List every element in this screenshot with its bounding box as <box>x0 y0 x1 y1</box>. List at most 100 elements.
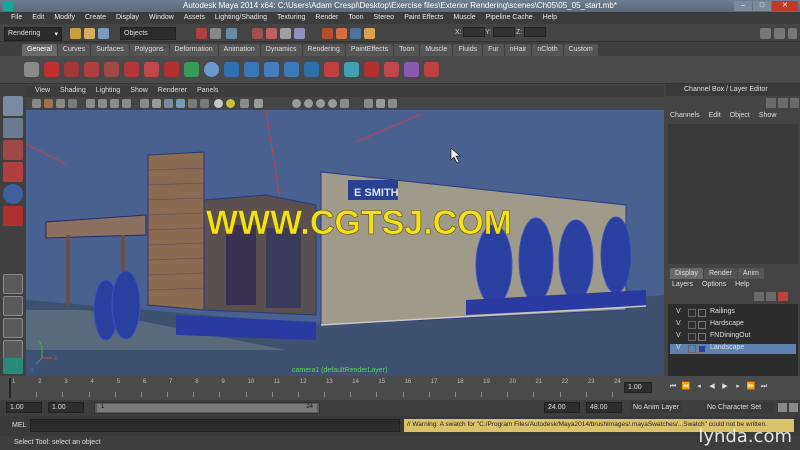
step-back-key-icon[interactable]: ⏪ <box>681 382 691 392</box>
menu-stereo[interactable]: Stereo <box>369 12 400 24</box>
depth-of-field-icon[interactable] <box>328 99 337 108</box>
layer-menu-options[interactable]: Options <box>702 281 726 288</box>
render-settings-icon[interactable] <box>350 28 361 39</box>
minimize-button[interactable]: – <box>734 1 752 11</box>
perspective-viewport[interactable]: E SMITH x y z camera1 (defaultRenderLaye… <box>26 110 664 376</box>
cb-icon-1[interactable] <box>766 98 776 108</box>
range-slider[interactable]: 1 24 <box>94 402 320 414</box>
lighting-sphere-icon[interactable] <box>214 99 223 108</box>
render-region-icon[interactable] <box>364 62 379 77</box>
shelf-tab-curves[interactable]: Curves <box>57 44 91 56</box>
layer-row-hardscape[interactable]: V Hardscape <box>670 320 796 330</box>
layer-row-railings[interactable]: V Railings <box>670 308 796 318</box>
paint-icon[interactable] <box>384 62 399 77</box>
menu-modify[interactable]: Modify <box>49 12 80 24</box>
shelf-tab-animation[interactable]: Animation <box>218 44 260 56</box>
new-layer-icon[interactable] <box>754 292 764 301</box>
save-scene-icon[interactable] <box>98 28 109 39</box>
resolution-gate-icon[interactable] <box>110 99 119 108</box>
lasso-icon[interactable] <box>184 62 199 77</box>
rotate-tool-icon[interactable] <box>3 184 23 204</box>
hypershade-icon[interactable] <box>364 28 375 39</box>
gate-mask-icon[interactable] <box>122 99 131 108</box>
select-tool-icon[interactable] <box>3 96 23 116</box>
outliner-icon[interactable] <box>244 62 259 77</box>
isolate-icon[interactable] <box>364 99 373 108</box>
step-forward-key-icon[interactable]: ⏩ <box>746 382 756 392</box>
menu-window[interactable]: Window <box>144 12 179 24</box>
toggle-channel-box-icon[interactable] <box>760 28 771 39</box>
new-layer-selected-icon[interactable] <box>766 292 776 301</box>
wireframe-icon[interactable] <box>140 99 149 108</box>
lights-icon[interactable] <box>188 99 197 108</box>
panel-menu-shading[interactable]: Shading <box>55 86 91 97</box>
panel-menu-show[interactable]: Show <box>125 86 153 97</box>
bake-icon[interactable] <box>424 62 439 77</box>
hierarchy-icon[interactable] <box>224 62 239 77</box>
current-time-field[interactable]: 1.00 <box>624 382 652 393</box>
hud-icon[interactable] <box>340 99 349 108</box>
snap-point-icon[interactable] <box>280 28 291 39</box>
shadows-icon[interactable] <box>200 99 209 108</box>
toggle-attribute-editor-icon[interactable] <box>774 28 785 39</box>
close-button[interactable]: ✕ <box>772 1 798 11</box>
xray-icon[interactable] <box>240 99 249 108</box>
anim-layer-dropdown[interactable]: No Anim Layer <box>630 402 682 413</box>
menu-help[interactable]: Help <box>538 12 562 24</box>
layer-visibility[interactable]: V <box>676 332 681 339</box>
shelf-tab-surfaces[interactable]: Surfaces <box>91 44 129 56</box>
go-to-end-icon[interactable]: ⏭ <box>759 382 769 392</box>
layer-playback[interactable] <box>688 333 696 341</box>
menu-texturing[interactable]: Texturing <box>272 12 310 24</box>
menu-muscle[interactable]: Muscle <box>448 12 480 24</box>
shelf-tab-fluids[interactable]: Fluids <box>453 44 483 56</box>
parent-icon[interactable] <box>164 62 179 77</box>
layer-color[interactable] <box>698 321 706 329</box>
single-pane-layout-icon[interactable] <box>3 274 23 294</box>
layer-tab-display[interactable]: Display <box>670 268 703 279</box>
camera-attributes-icon[interactable] <box>44 99 53 108</box>
y-field[interactable] <box>493 27 515 37</box>
light-icon[interactable] <box>324 62 339 77</box>
menuset-dropdown[interactable]: Rendering ▾ <box>4 27 62 41</box>
playback-end-field[interactable]: 24.00 <box>544 402 580 413</box>
menu-render[interactable]: Render <box>310 12 343 24</box>
character-set-dropdown[interactable]: No Character Set <box>704 402 774 413</box>
layer-color[interactable] <box>698 309 706 317</box>
snap-curve-icon[interactable] <box>266 28 277 39</box>
toggle-tool-settings-icon[interactable] <box>788 28 797 39</box>
bookmark-icon[interactable] <box>56 99 65 108</box>
help-question-icon[interactable] <box>44 62 59 77</box>
preferences-icon[interactable] <box>789 403 798 412</box>
layer-menu-help[interactable]: Help <box>735 281 749 288</box>
open-scene-icon[interactable] <box>84 28 95 39</box>
uv-icon[interactable] <box>404 62 419 77</box>
snap-grid-icon[interactable] <box>252 28 263 39</box>
two-pane-layout-icon[interactable] <box>3 318 23 338</box>
ipr-render-icon[interactable] <box>336 28 347 39</box>
hypergraph-icon[interactable] <box>264 62 279 77</box>
shelf-tab-painteffects[interactable]: PaintEffects <box>345 44 394 56</box>
shelf-tab-muscle[interactable]: Muscle <box>420 44 453 56</box>
range-slider-handle[interactable]: 1 24 <box>97 404 317 412</box>
outliner-layout-icon[interactable] <box>3 340 23 360</box>
snapshot-icon[interactable] <box>388 99 397 108</box>
layer-playback[interactable] <box>688 321 696 329</box>
ssao-icon[interactable] <box>292 99 301 108</box>
four-pane-layout-icon[interactable] <box>3 296 23 316</box>
shelf-tab-general[interactable]: General <box>22 44 57 56</box>
center-pivot-icon[interactable] <box>104 62 119 77</box>
group-icon[interactable] <box>144 62 159 77</box>
select-component-icon[interactable] <box>226 28 237 39</box>
mel-input[interactable] <box>30 419 400 432</box>
sphere-icon[interactable] <box>204 62 219 77</box>
use-default-light-icon[interactable] <box>226 99 235 108</box>
layer-tab-anim[interactable]: Anim <box>737 268 764 279</box>
layer-color[interactable] <box>698 333 706 341</box>
mel-label[interactable]: MEL <box>12 422 26 429</box>
render-icon[interactable] <box>322 28 333 39</box>
panel-menu-renderer[interactable]: Renderer <box>153 86 192 97</box>
shelf-tab-rendering[interactable]: Rendering <box>302 44 345 56</box>
layer-row-landscape[interactable]: V Landscape <box>670 344 796 354</box>
select-object-icon[interactable] <box>210 28 221 39</box>
